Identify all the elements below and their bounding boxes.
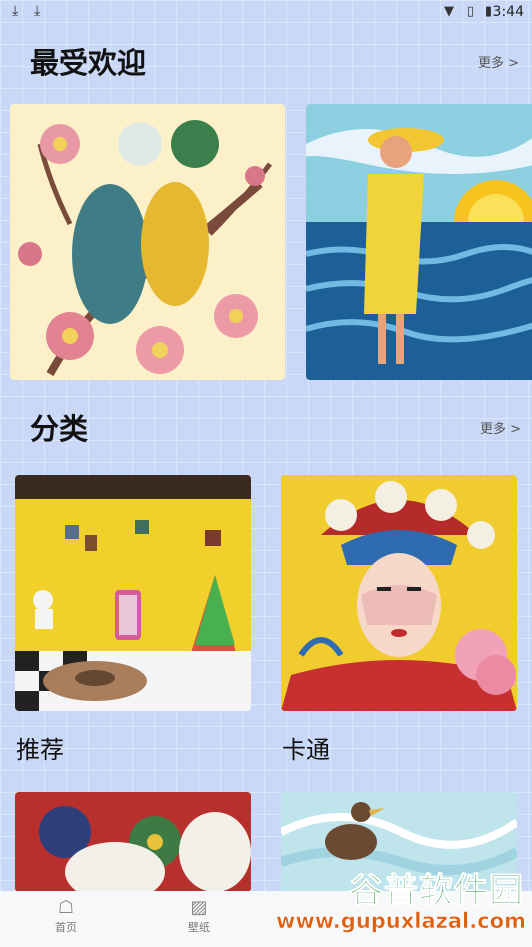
section-title-categories: 分类 <box>30 412 89 446</box>
popular-card-beach-girl[interactable] <box>306 104 532 380</box>
status-bar: ⤓ ⤓ ▼ ▯ ▮ 3:44 <box>0 0 532 26</box>
popular-more-link[interactable]: 更多 > <box>478 52 519 71</box>
category-label-recommended[interactable]: 推荐 <box>16 730 64 765</box>
category-card-recommended[interactable] <box>15 475 251 711</box>
tab-home[interactable]: ☖ 首页 <box>36 897 96 935</box>
battery-icon: ▮ <box>484 4 492 19</box>
download-icon: ⤓ <box>34 3 41 19</box>
category-card-cartoon[interactable] <box>281 475 517 711</box>
ghost-icon: ☖ <box>57 897 75 918</box>
watermark-url: www.gupuxlazal.com <box>275 909 527 934</box>
categories-more-link[interactable]: 更多 > <box>480 418 521 437</box>
tab-home-label: 首页 <box>55 921 77 934</box>
download-icon: ⤓ <box>12 3 19 19</box>
watermark-title: 谷普软件园 <box>349 871 524 912</box>
category-card-third[interactable] <box>15 792 251 892</box>
tab-wallpaper[interactable]: ▨ 壁纸 <box>169 897 229 935</box>
image-icon: ▨ <box>190 897 208 918</box>
category-label-cartoon[interactable]: 卡通 <box>282 730 330 765</box>
tab-wallpaper-label: 壁纸 <box>188 921 210 934</box>
section-title-popular: 最受欢迎 <box>30 46 147 80</box>
popular-card-parrots[interactable] <box>10 104 285 380</box>
sim-icon: ▯ <box>466 4 474 19</box>
wifi-icon: ▼ <box>444 4 454 19</box>
status-time: 3:44 <box>492 4 524 20</box>
watermark: 谷普软件园 www.gupuxlazal.com <box>276 863 532 947</box>
